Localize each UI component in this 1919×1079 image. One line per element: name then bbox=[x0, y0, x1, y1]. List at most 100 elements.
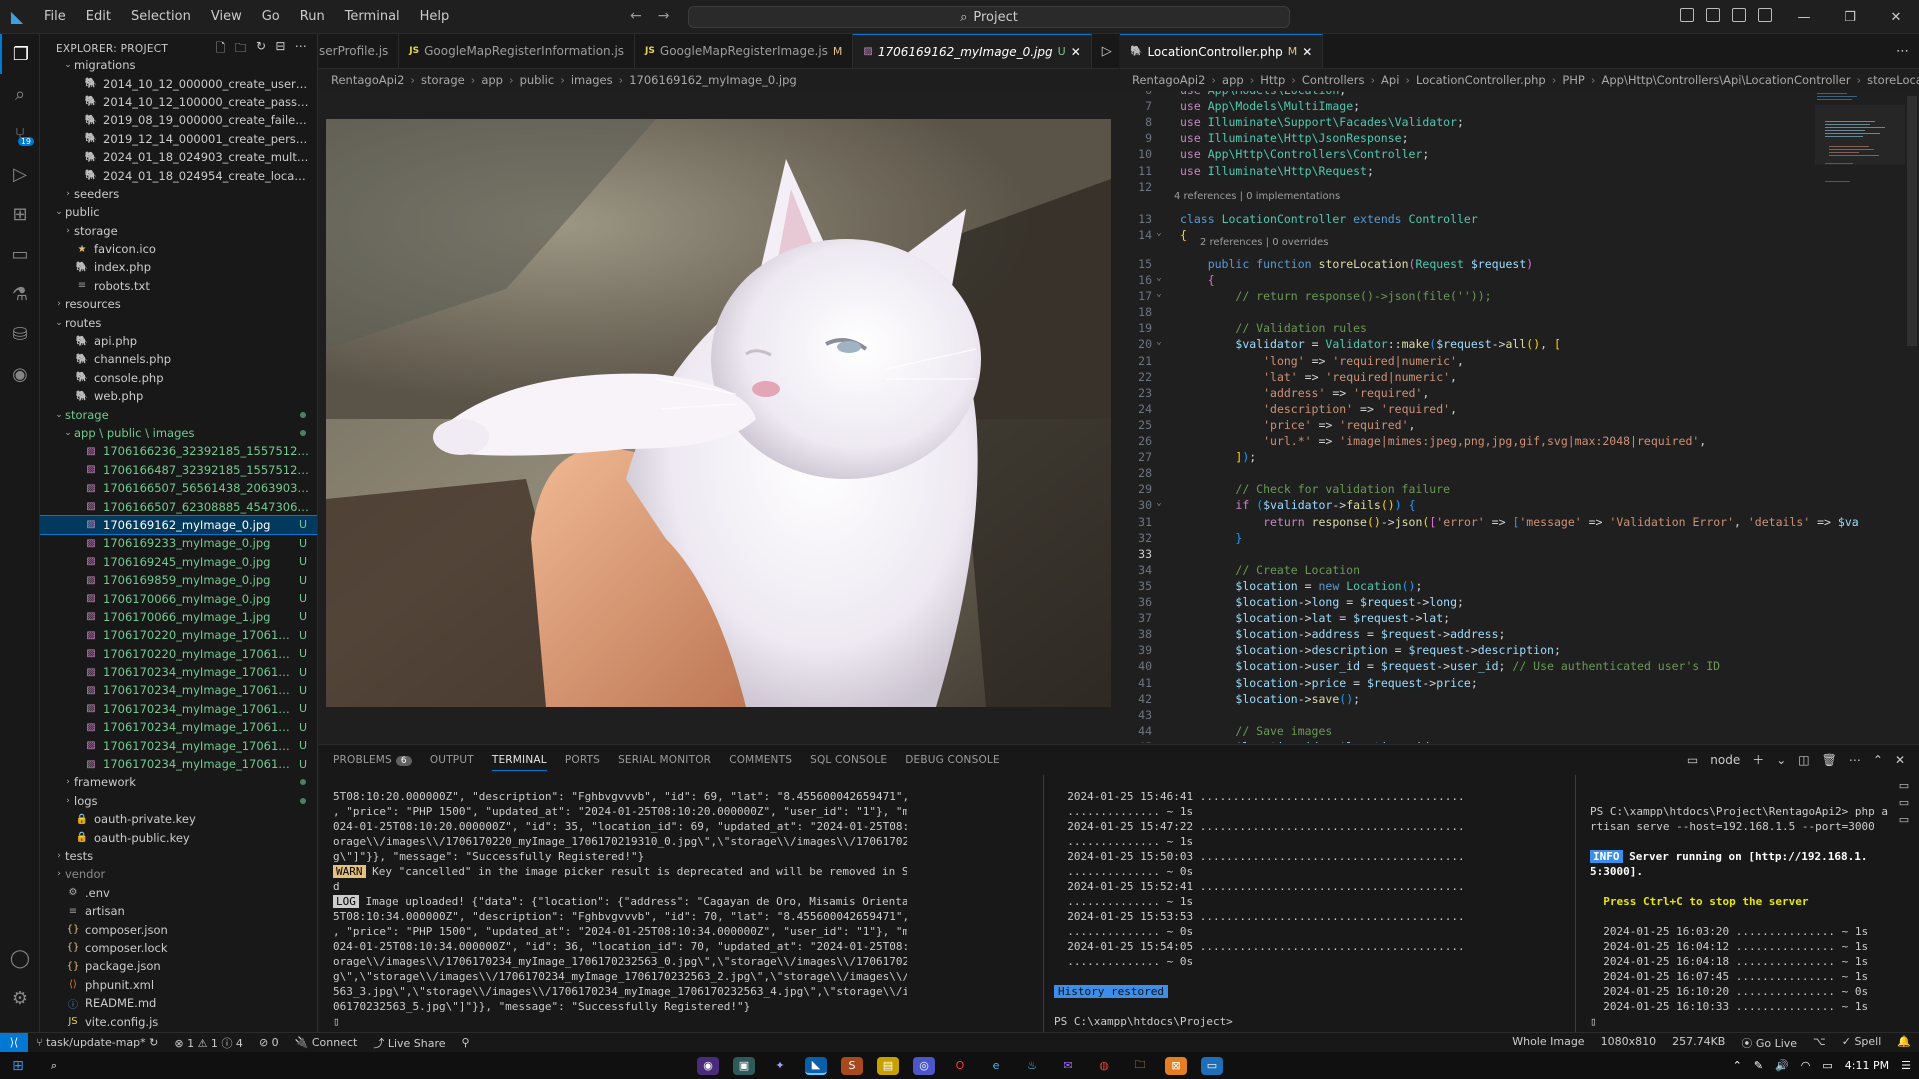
edge-app-icon[interactable]: e bbox=[985, 1057, 1007, 1075]
pin-icon[interactable]: ⚲ bbox=[454, 1036, 478, 1049]
tree-folder[interactable]: › storage bbox=[40, 222, 317, 240]
file-explorer-app-icon[interactable]: 🗀 bbox=[1129, 1057, 1151, 1075]
remote-desktop-app-icon[interactable]: ▭ bbox=[1201, 1056, 1223, 1075]
terminal-app-icon[interactable]: ▣ bbox=[733, 1056, 755, 1075]
tree-file[interactable]: ▨ 1706170234_myImage_1706170232563_...U bbox=[40, 663, 317, 681]
tree-file[interactable]: ▨ 1706170066_myImage_1.jpg U bbox=[40, 608, 317, 626]
toggle-secondary-sidebar-icon[interactable] bbox=[1732, 8, 1746, 22]
tab-close-icon[interactable]: ✕ bbox=[1302, 45, 1312, 59]
editor-tab[interactable]: serProfile.js bbox=[319, 34, 400, 68]
tree-file[interactable]: ▨ 1706166507_62308885_454730655354467_29.… bbox=[40, 497, 317, 515]
image-zoom-status[interactable]: Whole Image bbox=[1504, 1035, 1592, 1051]
fold-chevron-icon[interactable]: ⌄ bbox=[1152, 337, 1166, 353]
close-panel-icon[interactable]: ✕ bbox=[1895, 753, 1905, 767]
tree-file[interactable]: ▨ 1706166236_32392185_1557512384360016_6.… bbox=[40, 442, 317, 460]
tree-file[interactable]: ⚙ .env bbox=[40, 884, 317, 902]
notification-center-icon[interactable]: ☰ bbox=[1901, 1059, 1911, 1072]
terminal-artisan-output[interactable]: PS C:\xampp\htdocs\Project\RentagoApi2> … bbox=[1590, 789, 1890, 1033]
go-live-button[interactable]: ⦿ Go Live bbox=[1733, 1035, 1805, 1051]
editor-scrollbar[interactable] bbox=[1907, 96, 1917, 346]
tree-file[interactable]: ≡ robots.txt bbox=[40, 277, 317, 295]
restore-icon[interactable]: ❐ bbox=[1827, 10, 1873, 25]
tree-folder[interactable]: ⌄ routes bbox=[40, 313, 317, 331]
tree-file[interactable]: ⟨⟩ phpunit.xml bbox=[40, 976, 317, 994]
terminal-name[interactable]: node bbox=[1710, 753, 1740, 767]
ports-status[interactable]: ⊘ 0 bbox=[251, 1036, 287, 1049]
breadcrumb-item[interactable]: app bbox=[1222, 73, 1244, 87]
source-control-icon[interactable]: ⑂ 19 bbox=[0, 114, 40, 154]
manage-gear-icon[interactable]: ⚙ bbox=[0, 978, 40, 1018]
more-icon[interactable]: ⋯ bbox=[1849, 753, 1861, 767]
tree-file[interactable]: JS vite.config.js bbox=[40, 1012, 317, 1030]
tree-folder[interactable]: ⌄ app \ public \ images bbox=[40, 424, 317, 442]
menu-file[interactable]: File bbox=[34, 0, 76, 34]
tree-folder[interactable]: › resources bbox=[40, 295, 317, 313]
terminal-split-divider[interactable] bbox=[1043, 775, 1044, 1033]
tree-file[interactable]: 🐘 index.php bbox=[40, 258, 317, 276]
tree-file[interactable]: ▨ 1706170220_myImage_1706170219310_0...U bbox=[40, 626, 317, 644]
tree-folder[interactable]: › logs bbox=[40, 792, 317, 810]
fold-chevron-icon[interactable]: ⌄ bbox=[1152, 289, 1166, 305]
toggle-panel-icon[interactable] bbox=[1706, 8, 1720, 22]
tree-file[interactable]: ▨ 1706170234_myImage_1706170232563_...U bbox=[40, 755, 317, 773]
breadcrumb-item[interactable]: RentagoApi2 bbox=[1132, 73, 1205, 87]
breadcrumb-item[interactable]: 1706169162_myImage_0.jpg bbox=[629, 73, 796, 87]
tree-folder[interactable]: › seeders bbox=[40, 185, 317, 203]
breadcrumb-item[interactable]: storeLocation() bbox=[1867, 73, 1919, 87]
clock[interactable]: 4:11 PM bbox=[1845, 1059, 1889, 1072]
code-lens-method[interactable]: 2 references | 0 overrides bbox=[1200, 237, 1329, 248]
menu-edit[interactable]: Edit bbox=[76, 0, 121, 34]
breadcrumb-item[interactable]: App\Http\Controllers\Api\LocationControl… bbox=[1601, 73, 1850, 87]
code-lens-class[interactable]: 4 references | 0 implementations bbox=[1174, 191, 1340, 202]
spell-check-status[interactable]: ✓ Spell bbox=[1834, 1035, 1890, 1051]
terminal-instance-icon[interactable]: ▭ bbox=[1899, 796, 1909, 809]
tree-file[interactable]: 🐘 channels.php bbox=[40, 350, 317, 368]
tree-file[interactable]: ▨ 1706166507_56561438_2063903500332079_8.… bbox=[40, 479, 317, 497]
breadcrumb-item[interactable]: RentagoApi2 bbox=[331, 73, 404, 87]
panel-tab-comments[interactable]: COMMENTS bbox=[729, 754, 792, 766]
volume-icon[interactable]: 🔊 bbox=[1775, 1059, 1789, 1072]
tree-file[interactable]: {} package.json bbox=[40, 957, 317, 975]
tree-file[interactable]: 🐘 api.php bbox=[40, 332, 317, 350]
testing-icon[interactable]: ⚗ bbox=[0, 274, 40, 314]
tree-file[interactable]: ▨ 1706170220_myImage_1706170219310_...U bbox=[40, 645, 317, 663]
tree-file[interactable]: 🐘 2014_10_12_100000_create_password_reset… bbox=[40, 93, 317, 111]
fold-chevron-icon[interactable]: ⌄ bbox=[1152, 273, 1166, 289]
wifi-icon[interactable]: ◠ bbox=[1801, 1059, 1811, 1072]
tree-file[interactable]: ▨ 1706169162_myImage_0.jpg U bbox=[40, 514, 317, 536]
minimize-icon[interactable]: — bbox=[1781, 10, 1827, 25]
tab-close-icon[interactable]: ✕ bbox=[1071, 45, 1081, 59]
database-icon[interactable]: ⛁ bbox=[0, 314, 40, 354]
back-arrow-icon[interactable]: ← bbox=[630, 8, 642, 24]
panel-tab-debug-console[interactable]: DEBUG CONSOLE bbox=[905, 754, 1000, 766]
search-view-icon[interactable]: ⌕ bbox=[0, 74, 40, 114]
pen-icon[interactable]: ✎ bbox=[1754, 1059, 1763, 1072]
tree-file[interactable]: 🐘 2014_10_12_000000_create_users_table.ph… bbox=[40, 74, 317, 92]
panel-tab-serial-monitor[interactable]: SERIAL MONITOR bbox=[618, 754, 711, 766]
command-center-search[interactable]: ⌕ Project bbox=[688, 6, 1290, 28]
run-debug-icon[interactable]: ▷ bbox=[0, 154, 40, 194]
editor-tab[interactable]: ▨ 1706169162_myImage_0.jpg U ✕ bbox=[853, 34, 1092, 68]
split-terminal-icon[interactable]: ◫ bbox=[1798, 753, 1809, 767]
windows-start-icon[interactable]: ⊞ bbox=[7, 1057, 29, 1075]
menu-selection[interactable]: Selection bbox=[121, 0, 201, 34]
panel-tab-ports[interactable]: PORTS bbox=[565, 754, 600, 766]
problems-status[interactable]: ⊗ 1 ⚠ 1 ⓘ 4 bbox=[166, 1035, 251, 1051]
tree-file[interactable]: 🔒 oauth-public.key bbox=[40, 828, 317, 846]
github-icon[interactable]: ◉ bbox=[0, 354, 40, 394]
tree-file[interactable]: ★ favicon.ico bbox=[40, 240, 317, 258]
steam-app-icon[interactable]: ♨ bbox=[1021, 1057, 1043, 1075]
tree-file[interactable]: 🐘 2019_12_14_000001_create_personal_acces… bbox=[40, 130, 317, 148]
breadcrumb-item[interactable]: Http bbox=[1260, 73, 1285, 87]
tree-file[interactable]: ▨ 1706166487_32392185_1557512384360016_6.… bbox=[40, 461, 317, 479]
tray-chevron-icon[interactable]: ⌃ bbox=[1733, 1059, 1742, 1072]
extensions-icon[interactable]: ⊞ bbox=[0, 194, 40, 234]
remote-explorer-icon[interactable]: ▭ bbox=[0, 234, 40, 274]
terminal-profile-icon[interactable]: ▭ bbox=[1687, 753, 1698, 767]
notifications-bell-icon[interactable]: 🔔 bbox=[1889, 1035, 1919, 1051]
kill-terminal-icon[interactable]: 🗑 bbox=[1822, 753, 1837, 767]
opera-app-icon[interactable]: O bbox=[949, 1057, 971, 1075]
editor-tab[interactable]: JS GoogleMapRegisterInformation.js bbox=[399, 34, 636, 68]
panel-tab-sql-console[interactable]: SQL CONSOLE bbox=[810, 754, 887, 766]
taskbar-search-icon[interactable]: ⌕ bbox=[43, 1057, 65, 1075]
